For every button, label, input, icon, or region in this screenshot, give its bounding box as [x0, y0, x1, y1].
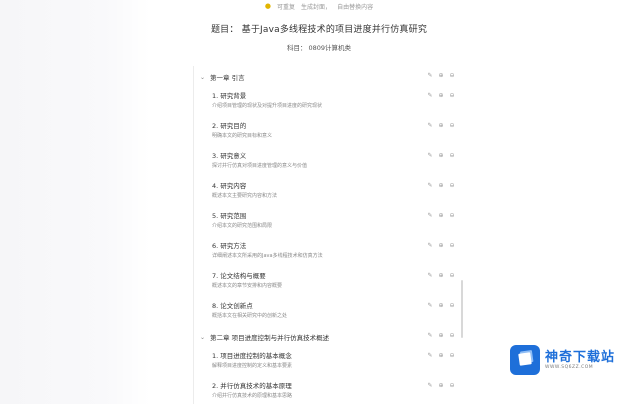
row-actions: ✎ ⊕ ⊖	[426, 72, 456, 79]
left-gutter	[0, 0, 150, 404]
outline-section[interactable]: 7. 论文结构与概要 概述本文的章节安排和内容概要 ✎ ⊕ ⊖	[212, 271, 456, 290]
add-icon[interactable]: ⊕	[437, 212, 445, 219]
add-icon[interactable]: ⊕	[437, 242, 445, 249]
section-desc: 探讨并行仿真对项目进度管理的意义与价值	[212, 163, 308, 169]
section-title: 4. 研究内容	[212, 182, 247, 190]
scrollbar-thumb[interactable]	[461, 280, 463, 338]
row-actions: ✎ ⊕ ⊖	[426, 352, 456, 359]
delete-icon[interactable]: ⊖	[448, 122, 456, 129]
delete-icon[interactable]: ⊖	[448, 302, 456, 309]
section-desc: 概述本文的章节安排和内容概要	[212, 283, 283, 289]
hint-left: 可重复	[277, 3, 296, 11]
edit-icon[interactable]: ✎	[426, 152, 434, 159]
watermark-url: WWW.SQ6ZZ.COM	[545, 365, 594, 370]
row-actions: ✎ ⊕ ⊖	[426, 92, 456, 99]
row-actions: ✎ ⊕ ⊖	[426, 122, 456, 129]
document-title[interactable]: 题目： 基于Java多线程技术的项目进度并行仿真研究	[0, 22, 638, 35]
cube-logo-icon	[510, 345, 540, 375]
edit-icon[interactable]: ✎	[426, 302, 434, 309]
watermark-text: 神奇下载站 WWW.SQ6ZZ.COM	[545, 350, 615, 370]
add-icon[interactable]: ⊕	[437, 272, 445, 279]
section-desc: 详细阐述本文所采用的Java多线程技术和仿真方法	[212, 253, 323, 259]
outline-section[interactable]: 6. 研究方法 详细阐述本文所采用的Java多线程技术和仿真方法 ✎ ⊕ ⊖	[212, 241, 456, 260]
outline-section[interactable]: 8. 论文创新点 概括本文在相关研究中的创新之处 ✎ ⊕ ⊖	[212, 301, 456, 320]
outline-chapter-2[interactable]: ⌄ 第二章 项目进度控制与并行仿真技术概述 ✎ ⊕ ⊖	[200, 331, 456, 343]
row-actions: ✎ ⊕ ⊖	[426, 332, 456, 339]
chapter-label: 第一章 引言	[210, 74, 245, 82]
hint-right: 自由替换内容	[337, 3, 374, 11]
edit-icon[interactable]: ✎	[426, 272, 434, 279]
edit-icon[interactable]: ✎	[426, 352, 434, 359]
add-icon[interactable]: ⊕	[437, 302, 445, 309]
outline-section[interactable]: 2. 并行仿真技术的基本原理 介绍并行仿真技术的原理和基本思路 ✎ ⊕ ⊖	[212, 381, 456, 400]
row-actions: ✎ ⊕ ⊖	[426, 302, 456, 309]
delete-icon[interactable]: ⊖	[448, 92, 456, 99]
chapter-label: 第二章 项目进度控制与并行仿真技术概述	[210, 334, 330, 342]
outline-chapter-1[interactable]: ⌄ 第一章 引言 ✎ ⊕ ⊖	[200, 71, 456, 83]
top-hint: ● 可重复 生成封面， 自由替换内容	[0, 0, 638, 12]
add-icon[interactable]: ⊕	[437, 382, 445, 389]
outline-panel: ⌄ 第一章 引言 ✎ ⊕ ⊖ 1. 研究背景 介绍项目管理的现状及对提升项目进度…	[193, 66, 462, 404]
row-actions: ✎ ⊕ ⊖	[426, 212, 456, 219]
add-icon[interactable]: ⊕	[437, 72, 445, 79]
add-icon[interactable]: ⊕	[437, 332, 445, 339]
section-title: 6. 研究方法	[212, 242, 247, 250]
delete-icon[interactable]: ⊖	[448, 332, 456, 339]
section-desc: 介绍并行仿真技术的原理和基本思路	[212, 393, 293, 399]
edit-icon[interactable]: ✎	[426, 92, 434, 99]
section-title: 5. 研究范围	[212, 212, 247, 220]
delete-icon[interactable]: ⊖	[448, 182, 456, 189]
section-title: 2. 并行仿真技术的基本原理	[212, 382, 292, 390]
row-actions: ✎ ⊕ ⊖	[426, 382, 456, 389]
delete-icon[interactable]: ⊖	[448, 352, 456, 359]
outline-section[interactable]: 2. 研究目的 明确本文的研究目标和意义 ✎ ⊕ ⊖	[212, 121, 456, 140]
edit-icon[interactable]: ✎	[426, 242, 434, 249]
add-icon[interactable]: ⊕	[437, 92, 445, 99]
edit-icon[interactable]: ✎	[426, 332, 434, 339]
edit-icon[interactable]: ✎	[426, 382, 434, 389]
edit-icon[interactable]: ✎	[426, 122, 434, 129]
row-actions: ✎ ⊕ ⊖	[426, 272, 456, 279]
section-title: 1. 项目进度控制的基本概念	[212, 352, 292, 360]
add-icon[interactable]: ⊕	[437, 352, 445, 359]
lightbulb-icon: ●	[264, 2, 272, 10]
add-icon[interactable]: ⊕	[437, 182, 445, 189]
row-actions: ✎ ⊕ ⊖	[426, 152, 456, 159]
edit-icon[interactable]: ✎	[426, 72, 434, 79]
delete-icon[interactable]: ⊖	[448, 272, 456, 279]
row-actions: ✎ ⊕ ⊖	[426, 242, 456, 249]
chevron-down-icon[interactable]: ⌄	[200, 334, 210, 341]
delete-icon[interactable]: ⊖	[448, 72, 456, 79]
delete-icon[interactable]: ⊖	[448, 242, 456, 249]
add-icon[interactable]: ⊕	[437, 152, 445, 159]
section-title: 3. 研究意义	[212, 152, 247, 160]
edit-icon[interactable]: ✎	[426, 182, 434, 189]
row-actions: ✎ ⊕ ⊖	[426, 182, 456, 189]
section-desc: 概述本文主要研究内容和方法	[212, 193, 278, 199]
outline-section[interactable]: 3. 研究意义 探讨并行仿真对项目进度管理的意义与价值 ✎ ⊕ ⊖	[212, 151, 456, 170]
section-title: 7. 论文结构与概要	[212, 272, 266, 280]
delete-icon[interactable]: ⊖	[448, 212, 456, 219]
outline-section[interactable]: 1. 项目进度控制的基本概念 解释项目进度控制的定义和基本要素 ✎ ⊕ ⊖	[212, 351, 456, 370]
section-title: 2. 研究目的	[212, 122, 247, 130]
chevron-down-icon[interactable]: ⌄	[200, 74, 210, 81]
site-watermark: 神奇下载站 WWW.SQ6ZZ.COM	[510, 340, 632, 380]
delete-icon[interactable]: ⊖	[448, 152, 456, 159]
add-icon[interactable]: ⊕	[437, 122, 445, 129]
section-desc: 介绍项目管理的现状及对提升项目进度的研究现状	[212, 103, 323, 109]
edit-icon[interactable]: ✎	[426, 212, 434, 219]
section-desc: 解释项目进度控制的定义和基本要素	[212, 363, 293, 369]
hint-mid: 生成封面，	[301, 3, 332, 11]
section-desc: 介绍本文的研究范围和局限	[212, 223, 273, 229]
section-title: 8. 论文创新点	[212, 302, 253, 310]
outline-section[interactable]: 4. 研究内容 概述本文主要研究内容和方法 ✎ ⊕ ⊖	[212, 181, 456, 200]
section-desc: 概括本文在相关研究中的创新之处	[212, 313, 288, 319]
watermark-name: 神奇下载站	[545, 350, 616, 365]
section-title: 1. 研究背景	[212, 92, 247, 100]
outline-section[interactable]: 5. 研究范围 介绍本文的研究范围和局限 ✎ ⊕ ⊖	[212, 211, 456, 230]
section-desc: 明确本文的研究目标和意义	[212, 133, 273, 139]
document-subject[interactable]: 科目： 0809计算机类	[0, 42, 638, 52]
delete-icon[interactable]: ⊖	[448, 382, 456, 389]
outline-section[interactable]: 1. 研究背景 介绍项目管理的现状及对提升项目进度的研究现状 ✎ ⊕ ⊖	[212, 91, 456, 110]
